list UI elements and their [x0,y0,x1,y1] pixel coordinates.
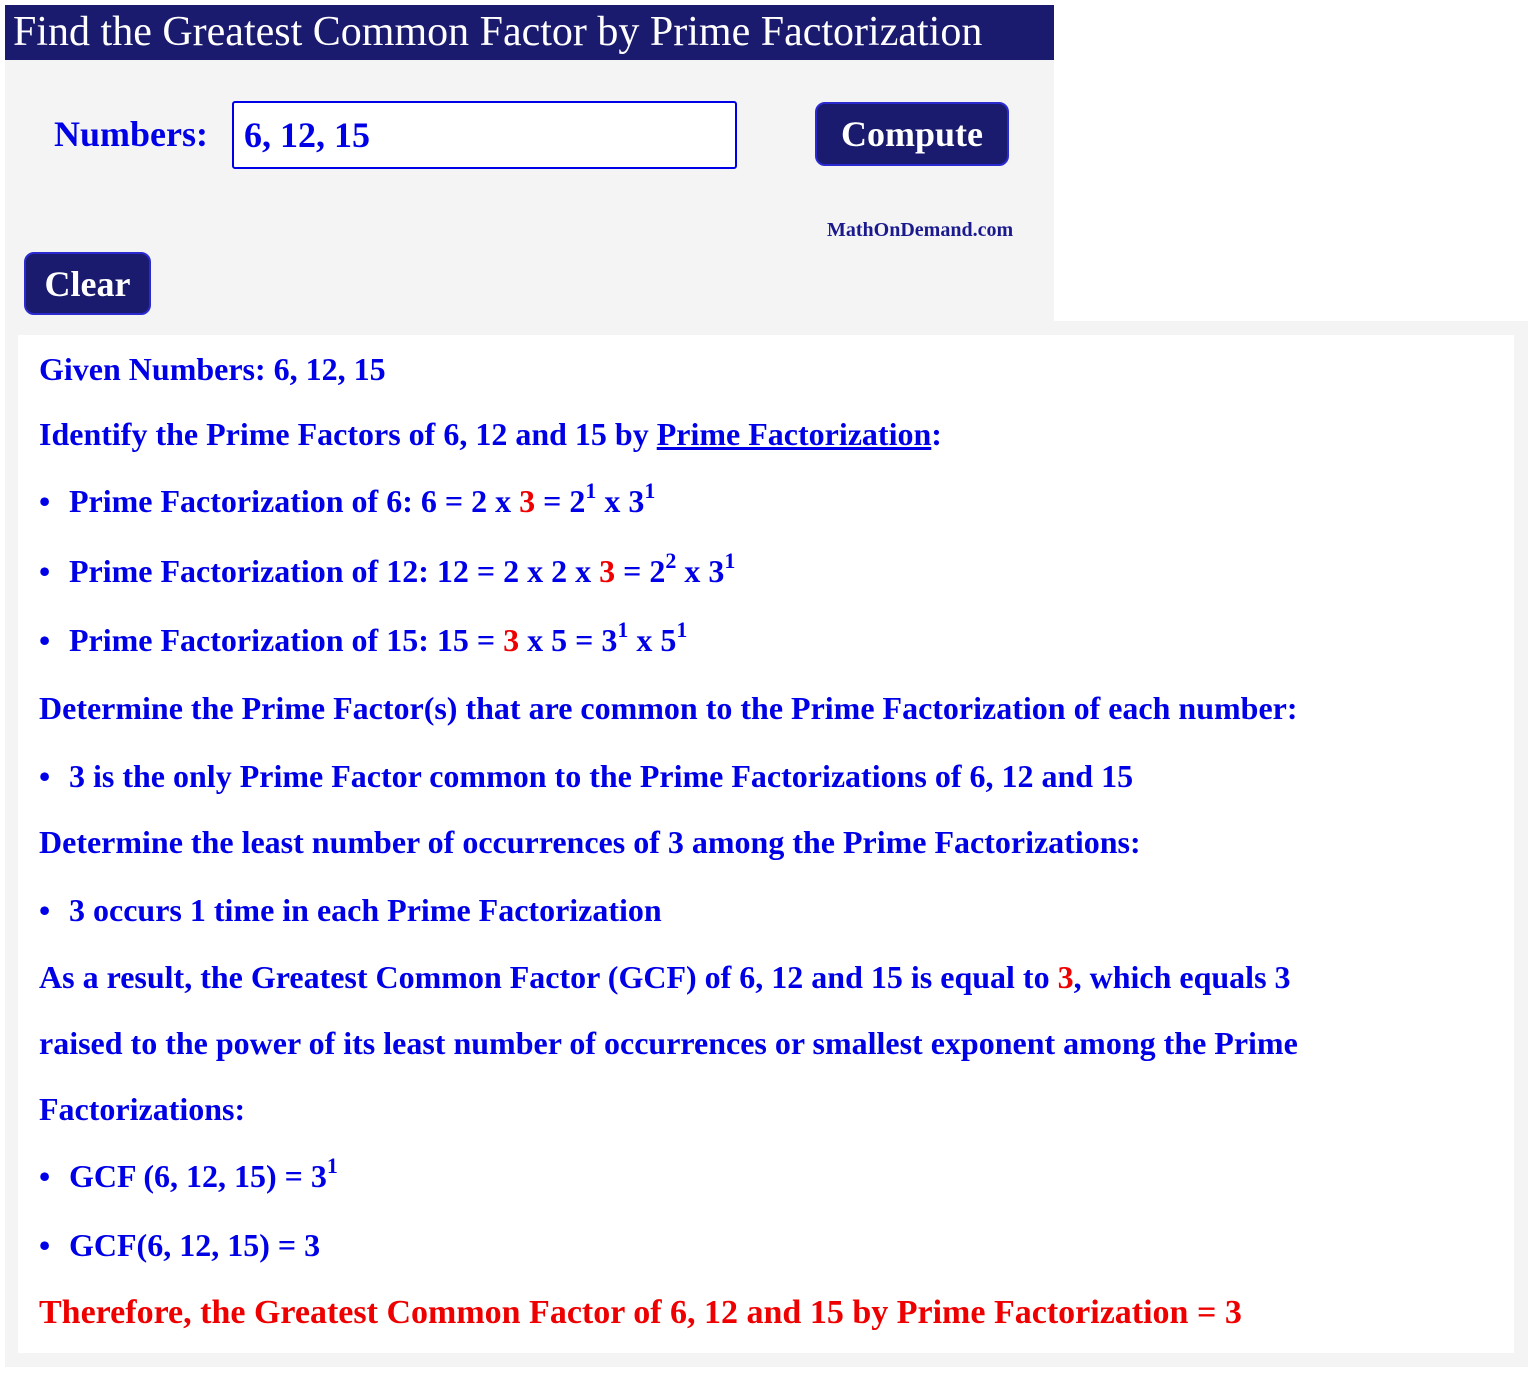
occurrence-text: 3 occurs 1 time in each Prime Factorizat… [69,892,662,928]
exponent: 1 [617,617,629,642]
exponent: 2 [665,548,677,573]
prime-factorization-link[interactable]: Prime Factorization [657,416,932,452]
factorization-text: Prime Factorization of 15: 15 = [69,622,504,658]
list-item: • Prime Factorization of 15: 15 = 3 x 5 =… [39,619,687,659]
gcf-value-text: GCF(6, 12, 15) = 3 [69,1227,321,1263]
common-factor-text: 3 is the only Prime Factor common to the… [69,758,1134,794]
highlight-factor: 3 [599,553,616,589]
factorization-text: x 5 = 3 [519,622,618,658]
identify-text: Identify the Prime Factors of 6, 12 and … [39,416,657,452]
numbers-input[interactable] [232,101,737,169]
factorization-text: Prime Factorization of 12: 12 = 2 x 2 x [69,553,600,589]
result-explanation-2: raised to the power of its least number … [39,1025,1298,1061]
identify-colon: : [931,416,942,452]
factorization-text: x 3 [676,553,725,589]
factorization-text: Prime Factorization of 6: 6 = 2 x [69,483,520,519]
list-item: • GCF (6, 12, 15) = 31 [39,1155,338,1195]
factorization-text: x 5 [628,622,677,658]
exponent: 1 [644,478,656,503]
result-panel: Given Numbers: 6, 12, 15 Identify the Pr… [5,321,1528,1367]
list-item: • GCF(6, 12, 15) = 3 [39,1227,320,1264]
brand-link[interactable]: MathOnDemand.com [827,219,1013,242]
factorization-text: x 3 [596,483,645,519]
result-content: Given Numbers: 6, 12, 15 Identify the Pr… [18,335,1514,1353]
result-text: , which equals 3 [1073,959,1291,995]
bullet-icon: • [39,1158,51,1194]
calculator-panel: Find the Greatest Common Factor by Prime… [5,5,1054,325]
result-text: As a result, the Greatest Common Factor … [39,959,1058,995]
bullet-icon: • [39,1227,51,1263]
factorization-text: = 2 [615,553,666,589]
identify-heading: Identify the Prime Factors of 6, 12 and … [39,416,942,453]
bullet-icon: • [39,892,51,928]
numbers-label: Numbers: [54,114,208,154]
exponent: 1 [676,617,688,642]
highlight-factor: 3 [519,483,536,519]
highlight-factor: 3 [503,622,520,658]
bullet-icon: • [39,553,51,589]
exponent: 1 [724,548,736,573]
compute-button[interactable]: Compute [815,102,1009,166]
exponent: 1 [585,478,597,503]
list-item: • Prime Factorization of 12: 12 = 2 x 2 x… [39,550,735,590]
highlight-factor: 3 [1057,959,1074,995]
exponent: 1 [326,1153,338,1178]
bullet-icon: • [39,622,51,658]
list-item: • Prime Factorization of 6: 6 = 2 x 3 = 2… [39,480,655,520]
result-explanation-1: As a result, the Greatest Common Factor … [39,959,1291,996]
list-item: • 3 occurs 1 time in each Prime Factoriza… [39,892,662,929]
given-numbers: Given Numbers: 6, 12, 15 [39,351,386,387]
factorization-text: = 2 [535,483,586,519]
determine-common-heading: Determine the Prime Factor(s) that are c… [39,690,1298,726]
bullet-icon: • [39,758,51,794]
list-item: • 3 is the only Prime Factor common to th… [39,758,1133,795]
result-explanation-3: Factorizations: [39,1091,246,1127]
page-title: Find the Greatest Common Factor by Prime… [5,5,1054,60]
bullet-icon: • [39,483,51,519]
determine-least-heading: Determine the least number of occurrence… [39,824,1141,860]
gcf-exponent-text: GCF (6, 12, 15) = 3 [69,1158,327,1194]
conclusion: Therefore, the Greatest Common Factor of… [39,1294,1242,1331]
clear-button[interactable]: Clear [24,252,151,315]
